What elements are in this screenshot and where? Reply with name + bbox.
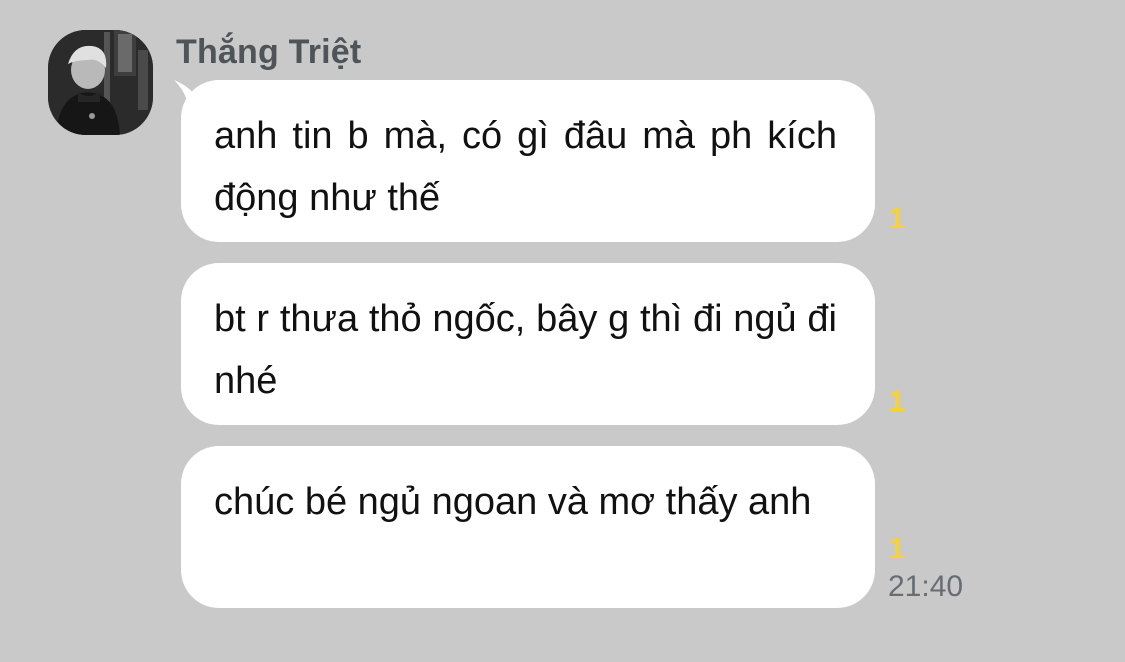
unread-count: 1	[888, 202, 905, 235]
unread-count: 1	[888, 532, 905, 565]
message-bubble[interactable]: chúc bé ngủ ngoan và mơ thấy anh	[181, 446, 875, 608]
message-text: anh tin b mà, có gì đâu mà ph kích động …	[214, 115, 837, 219]
message-timestamp: 21:40	[888, 570, 964, 603]
message-text: bt r thưa thỏ ngốc, bây g thì đi ngủ đi …	[214, 298, 837, 402]
sender-avatar[interactable]	[48, 30, 153, 135]
message-bubble[interactable]: anh tin b mà, có gì đâu mà ph kích động …	[181, 80, 875, 242]
message-text: chúc bé ngủ ngoan và mơ thấy anh	[214, 481, 812, 523]
unread-count: 1	[888, 385, 905, 418]
avatar-photo-icon	[48, 30, 153, 135]
message-bubble[interactable]: bt r thưa thỏ ngốc, bây g thì đi ngủ đi …	[181, 263, 875, 425]
sender-name: Thắng Triệt	[176, 33, 362, 71]
